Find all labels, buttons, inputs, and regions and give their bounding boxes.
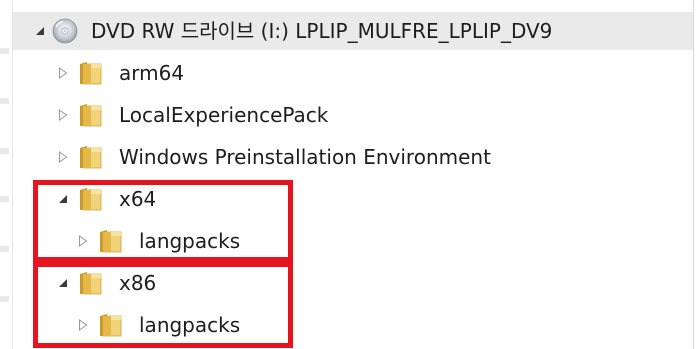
tree-item-localexperiencepack[interactable]: LocalExperiencePack xyxy=(13,96,693,134)
drive-label: DVD RW 드라이브 (I:) LPLIP_MULFRE_LPLIP_DV9 xyxy=(91,19,553,43)
left-pane-edge xyxy=(0,0,10,349)
tree-item-arm64[interactable]: arm64 xyxy=(13,54,693,92)
folder-label: langpacks xyxy=(139,313,241,337)
explorer-navigation-pane: DVD RW 드라이브 (I:) LPLIP_MULFRE_LPLIP_DV9 … xyxy=(0,0,696,349)
expanded-arrow-icon[interactable] xyxy=(33,12,47,50)
collapsed-arrow-icon[interactable] xyxy=(76,306,90,344)
tree-item-x86[interactable]: x86 xyxy=(13,264,693,302)
folder-icon xyxy=(77,270,105,296)
tree-item-x86-langpacks[interactable]: langpacks xyxy=(13,306,693,344)
folder-label: LocalExperiencePack xyxy=(119,103,329,127)
folder-tree: DVD RW 드라이브 (I:) LPLIP_MULFRE_LPLIP_DV9 … xyxy=(12,0,694,349)
folder-label: Windows Preinstallation Environment xyxy=(119,145,491,169)
collapsed-arrow-icon[interactable] xyxy=(56,138,70,176)
collapsed-arrow-icon[interactable] xyxy=(76,222,90,260)
folder-label: x64 xyxy=(119,187,157,211)
folder-icon xyxy=(97,228,125,254)
folder-icon xyxy=(77,186,105,212)
folder-icon xyxy=(77,60,105,86)
tree-item-dvd-drive[interactable]: DVD RW 드라이브 (I:) LPLIP_MULFRE_LPLIP_DV9 xyxy=(13,12,693,50)
tree-item-x64-langpacks[interactable]: langpacks xyxy=(13,222,693,260)
expanded-arrow-icon[interactable] xyxy=(56,180,70,218)
tree-item-x64[interactable]: x64 xyxy=(13,180,693,218)
expanded-arrow-icon[interactable] xyxy=(56,264,70,302)
dvd-drive-icon xyxy=(51,18,79,44)
folder-icon xyxy=(97,312,125,338)
collapsed-arrow-icon[interactable] xyxy=(56,54,70,92)
folder-label: x86 xyxy=(119,271,157,295)
folder-icon xyxy=(77,102,105,128)
folder-label: langpacks xyxy=(139,229,241,253)
collapsed-arrow-icon[interactable] xyxy=(56,96,70,134)
folder-icon xyxy=(77,144,105,170)
folder-label: arm64 xyxy=(119,61,185,85)
tree-item-windows-preinstallation-environment[interactable]: Windows Preinstallation Environment xyxy=(13,138,693,176)
